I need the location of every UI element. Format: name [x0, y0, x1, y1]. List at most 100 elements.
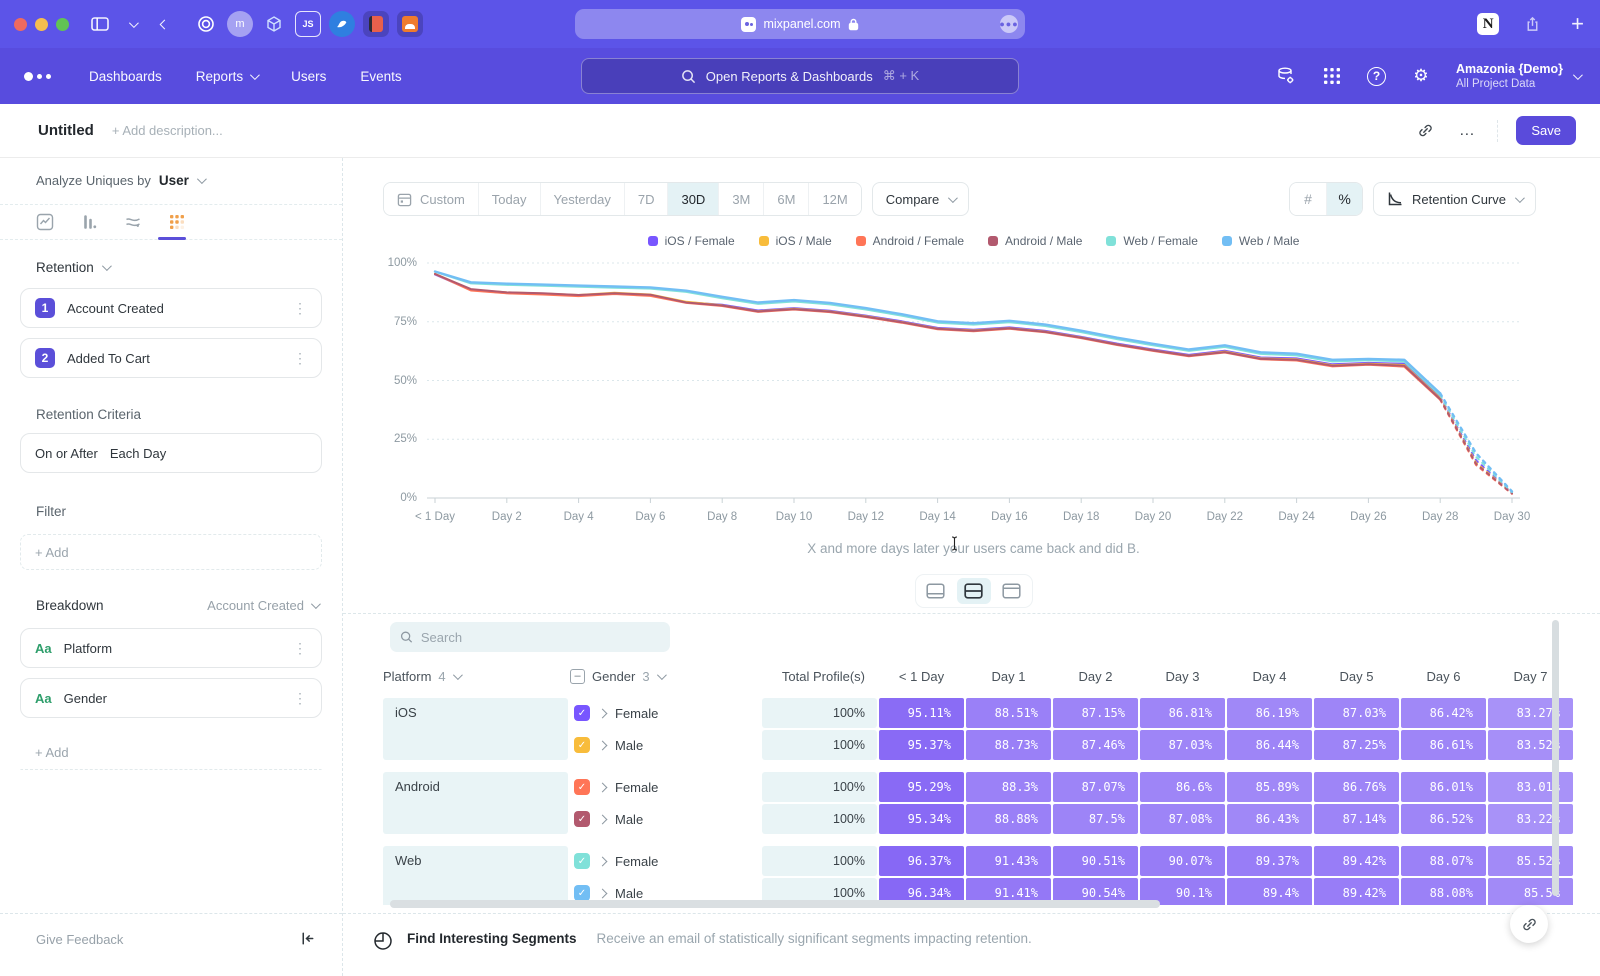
- expand-row-icon[interactable]: [598, 888, 608, 898]
- layout-table-only-button[interactable]: [995, 578, 1029, 604]
- segment-row-android-female[interactable]: ✓Female: [570, 772, 760, 802]
- platform-column-header[interactable]: Platform4: [383, 669, 568, 684]
- save-button[interactable]: Save: [1516, 116, 1576, 145]
- back-icon[interactable]: [151, 11, 177, 37]
- series-checkbox[interactable]: ✓: [574, 811, 590, 827]
- report-title[interactable]: Untitled: [38, 122, 94, 139]
- project-switcher[interactable]: Amazonia {Demo} All Project Data: [1456, 62, 1580, 90]
- range-7d[interactable]: 7D: [624, 183, 668, 215]
- nav-item-reports[interactable]: Reports: [196, 69, 257, 84]
- retention-criteria-card[interactable]: On or After Each Day: [20, 433, 322, 473]
- zoom-window-button[interactable]: [56, 18, 69, 31]
- site-options-icon[interactable]: ●●●: [1000, 15, 1018, 33]
- series-checkbox[interactable]: ✓: [574, 779, 590, 795]
- series-line-web-male[interactable]: [435, 272, 1440, 394]
- flows-icon[interactable]: [124, 213, 142, 231]
- kebab-menu-icon[interactable]: ⋮: [293, 301, 307, 315]
- expand-row-icon[interactable]: [598, 782, 608, 792]
- segment-row-ios-male[interactable]: ✓Male: [570, 730, 760, 760]
- help-icon[interactable]: ?: [1367, 67, 1386, 86]
- share-link-fab[interactable]: [1510, 905, 1548, 943]
- nav-item-dashboards[interactable]: Dashboards: [89, 69, 162, 84]
- retention-step-1[interactable]: 1 Account Created ⋮: [20, 288, 322, 328]
- range-3m[interactable]: 3M: [718, 183, 763, 215]
- add-breakdown-button[interactable]: + Add: [20, 734, 322, 770]
- expand-row-icon[interactable]: [598, 708, 608, 718]
- report-description-placeholder[interactable]: + Add description...: [112, 123, 223, 138]
- copy-link-icon[interactable]: [1413, 119, 1437, 143]
- select-all-checkbox[interactable]: –: [570, 669, 585, 684]
- give-feedback-link[interactable]: Give Feedback: [36, 932, 123, 947]
- breakdown-platform[interactable]: Aa Platform ⋮: [20, 628, 322, 668]
- notion-icon[interactable]: N: [1477, 13, 1499, 35]
- apps-grid-icon[interactable]: [1321, 65, 1343, 87]
- series-checkbox[interactable]: ✓: [574, 853, 590, 869]
- layout-split-button[interactable]: [957, 578, 991, 604]
- retention-section-header[interactable]: Retention: [36, 260, 109, 275]
- avatar-m-icon[interactable]: m: [227, 11, 253, 37]
- tabs-chevron-icon[interactable]: [119, 11, 145, 37]
- series-checkbox[interactable]: ✓: [574, 885, 590, 901]
- compare-button[interactable]: Compare: [872, 182, 969, 216]
- kebab-menu-icon[interactable]: ⋮: [293, 641, 307, 655]
- notebook-icon[interactable]: [363, 11, 389, 37]
- nav-item-events[interactable]: Events: [360, 69, 401, 84]
- global-search-button[interactable]: Open Reports & Dashboards ⌘ + K: [581, 58, 1019, 94]
- share-icon[interactable]: [1519, 11, 1545, 37]
- js-icon[interactable]: JS: [295, 11, 321, 37]
- criteria-value[interactable]: Each Day: [110, 446, 307, 461]
- breakdown-gender[interactable]: Aa Gender ⋮: [20, 678, 322, 718]
- expand-row-icon[interactable]: [598, 740, 608, 750]
- range-today[interactable]: Today: [478, 183, 540, 215]
- cube-icon[interactable]: [261, 11, 287, 37]
- collapse-sidebar-icon[interactable]: [299, 930, 316, 947]
- layout-chart-only-button[interactable]: [919, 578, 953, 604]
- range-custom[interactable]: Custom: [384, 183, 478, 215]
- series-line-ios-female[interactable]: [435, 275, 1440, 398]
- mixpanel-logo[interactable]: [24, 72, 51, 81]
- data-management-icon[interactable]: [1275, 65, 1297, 87]
- analyze-value-dropdown[interactable]: User: [159, 173, 189, 188]
- close-window-button[interactable]: [14, 18, 27, 31]
- table-search-input[interactable]: [421, 630, 660, 645]
- insights-icon[interactable]: [36, 213, 54, 231]
- breakdown-scope-dropdown[interactable]: Account Created: [207, 598, 318, 613]
- expand-row-icon[interactable]: [598, 814, 608, 824]
- find-segments-title[interactable]: Find Interesting Segments: [407, 931, 577, 946]
- kebab-menu-icon[interactable]: ⋮: [293, 351, 307, 365]
- nav-item-users[interactable]: Users: [291, 69, 326, 84]
- gender-column-header[interactable]: –Gender3: [570, 669, 760, 684]
- url-bar[interactable]: mixpanel.com ●●●: [575, 9, 1025, 39]
- bird-icon[interactable]: [329, 11, 355, 37]
- expand-row-icon[interactable]: [598, 856, 608, 866]
- series-checkbox[interactable]: ✓: [574, 737, 590, 753]
- funnels-icon[interactable]: [80, 213, 98, 231]
- legend-item-ios-male[interactable]: iOS / Male: [759, 234, 832, 248]
- range-12m[interactable]: 12M: [808, 183, 860, 215]
- series-line-web-male[interactable]: [1440, 393, 1512, 491]
- target-icon[interactable]: [193, 11, 219, 37]
- new-tab-icon[interactable]: +: [1571, 13, 1584, 35]
- soundcloud-icon[interactable]: [397, 11, 423, 37]
- vertical-scrollbar[interactable]: [1552, 620, 1559, 896]
- legend-item-android-male[interactable]: Android / Male: [988, 234, 1082, 248]
- segment-row-web-female[interactable]: ✓Female: [570, 846, 760, 876]
- sidebar-toggle-icon[interactable]: [87, 11, 113, 37]
- minimize-window-button[interactable]: [35, 18, 48, 31]
- more-menu-icon[interactable]: …: [1455, 119, 1479, 143]
- settings-gear-icon[interactable]: ⚙: [1410, 65, 1432, 87]
- series-line-ios-male[interactable]: [435, 274, 1440, 399]
- chart-type-dropdown[interactable]: Retention Curve: [1373, 182, 1536, 216]
- range-6m[interactable]: 6M: [763, 183, 808, 215]
- series-checkbox[interactable]: ✓: [574, 705, 590, 721]
- legend-item-ios-female[interactable]: iOS / Female: [648, 234, 735, 248]
- percent-mode-button[interactable]: %: [1326, 183, 1362, 215]
- legend-item-android-female[interactable]: Android / Female: [856, 234, 964, 248]
- legend-item-web-female[interactable]: Web / Female: [1106, 234, 1197, 248]
- range-30d[interactable]: 30D: [667, 183, 718, 215]
- range-yesterday[interactable]: Yesterday: [540, 183, 624, 215]
- legend-item-web-male[interactable]: Web / Male: [1222, 234, 1299, 248]
- absolute-mode-button[interactable]: #: [1290, 183, 1326, 215]
- kebab-menu-icon[interactable]: ⋮: [293, 691, 307, 705]
- segment-row-ios-female[interactable]: ✓Female: [570, 698, 760, 728]
